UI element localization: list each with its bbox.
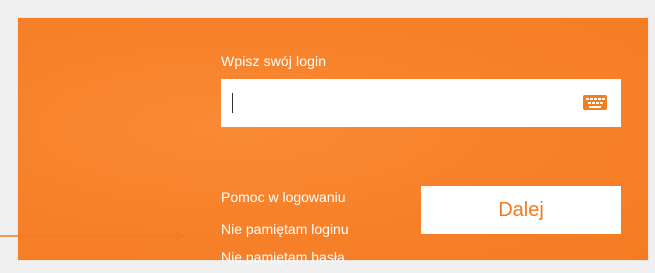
- next-button[interactable]: Dalej: [421, 186, 621, 234]
- help-link[interactable]: Pomoc w logowaniu: [221, 189, 346, 205]
- arrow-pointer-icon: [0, 231, 188, 241]
- login-input[interactable]: [221, 79, 621, 127]
- login-panel: Wpisz swój login Pomoc w logowaniu Nie p…: [18, 18, 648, 265]
- forgot-password-link[interactable]: Nie pamiętam hasła: [221, 249, 345, 265]
- login-label: Wpisz swój login: [221, 53, 327, 69]
- keyboard-icon[interactable]: [583, 95, 607, 110]
- text-caret: [232, 93, 233, 113]
- forgot-login-link[interactable]: Nie pamiętam loginu: [221, 221, 349, 237]
